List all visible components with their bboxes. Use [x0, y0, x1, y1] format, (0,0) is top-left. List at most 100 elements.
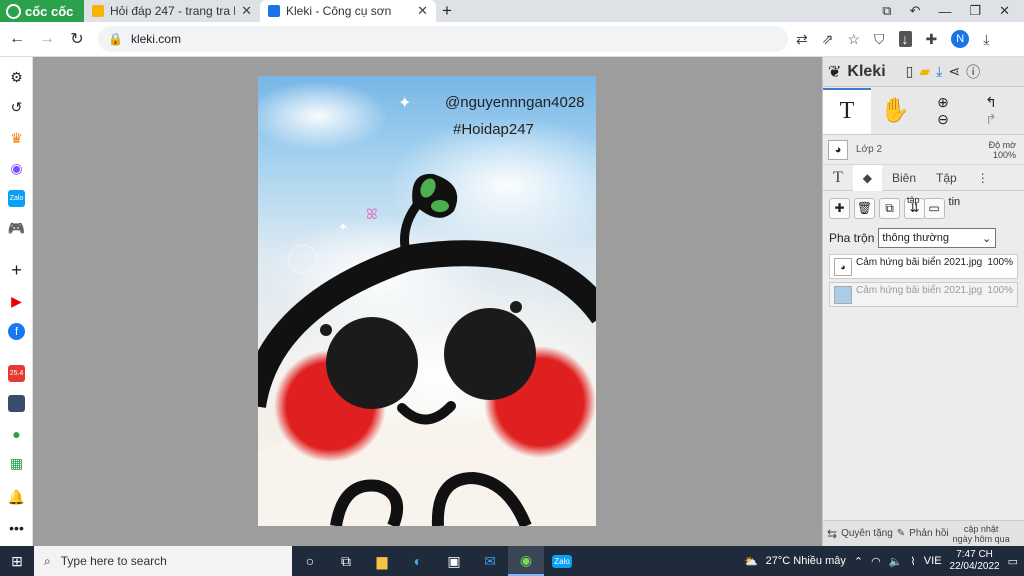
network-icon[interactable]: ◠ [871, 555, 881, 568]
open-folder-icon[interactable]: ▰ [919, 63, 930, 80]
tab-bar: cốc cốc Hỏi đáp 247 - trang tra loi ✕ Kl… [0, 0, 1024, 22]
task-view-icon[interactable]: ⧉ [328, 546, 364, 576]
rename-layer-icon[interactable]: ▭ [923, 197, 945, 219]
save-download-icon[interactable]: ⤓ [936, 63, 942, 80]
close-window-button[interactable]: ✕ [999, 3, 1010, 19]
close-tab-icon[interactable]: ✕ [241, 3, 252, 19]
downloads-icon[interactable]: ⤓ [983, 31, 989, 48]
game-controller-icon[interactable]: 🎮 [8, 220, 25, 237]
coccoc-menu-button[interactable]: cốc cốc [0, 0, 84, 22]
shopping-sale-icon[interactable]: 25.4 [8, 365, 25, 382]
layer-item[interactable]: Cảm hứng bãi biển 2021.jpg 100% [829, 282, 1018, 307]
tab-edit[interactable]: Biên [882, 165, 926, 191]
swap-panel-icon[interactable]: ⇆ [827, 527, 837, 541]
tab-layers[interactable]: ◆ [852, 164, 883, 191]
new-image-icon[interactable]: ▯ [906, 63, 914, 80]
tray-arrow-icon[interactable]: ⌃ [854, 555, 863, 568]
tab-text[interactable]: T [823, 165, 853, 191]
forward-button[interactable]: → [34, 30, 60, 48]
kleki-favicon-icon [268, 5, 280, 17]
notifications-icon[interactable]: ▭ [1008, 555, 1018, 568]
history-icon[interactable]: ↺ [8, 99, 25, 116]
drawing-canvas[interactable]: ✦ ✦ ꕤ @nguyennngan4028 #Hoidap247 [258, 76, 596, 526]
undo-icon[interactable]: ↰ [985, 94, 997, 111]
help-icon[interactable]: ⓘ [966, 62, 980, 82]
settings-gear-icon[interactable]: ⚙ [8, 69, 25, 86]
tab-title: Kleki - Công cụ sơn [286, 4, 392, 18]
add-sidebar-item-icon[interactable]: + [8, 260, 25, 280]
crown-icon[interactable]: ♛ [8, 130, 25, 147]
duplicate-layer-icon[interactable]: ⧉ [879, 197, 900, 219]
file-explorer-icon[interactable]: ▆ [364, 546, 400, 576]
zalo-icon[interactable]: Zalo [8, 190, 25, 207]
hand-tool-button[interactable]: ✋ [871, 88, 919, 134]
kleki-header: ❦ Kleki ▯ ▰ ⤓ ⋖ ⓘ [823, 57, 1024, 87]
download-manager-icon[interactable]: ↓ [898, 31, 912, 47]
update-info: cập nhật ngày hôm qua [953, 524, 1010, 544]
close-tab-icon[interactable]: ✕ [417, 3, 428, 19]
zalo-taskbar-icon[interactable]: Zalo [544, 546, 580, 576]
blend-value: thông thường [882, 232, 949, 244]
wifi-icon[interactable]: ⌇ [910, 555, 915, 568]
layer-thumbnail: ◕ [828, 139, 848, 160]
notification-bell-icon[interactable]: 🔔 [8, 489, 25, 506]
watermark-tag: #Hoidap247 [453, 121, 534, 138]
facebook-icon[interactable]: f [8, 323, 25, 340]
text-tool-button[interactable]: T [823, 87, 871, 134]
toolbar-icons: ⇄ ⇗ ☆ ⛉ ↓ ✚ N ⤓ [796, 30, 989, 48]
profile-avatar[interactable]: N [951, 30, 970, 48]
language-indicator[interactable]: VIE [924, 555, 942, 567]
layer-item-percent: 100% [987, 285, 1013, 296]
coccoc-taskbar-icon[interactable]: ◉ [508, 546, 544, 576]
zoom-buttons: ⊕ ⊖ [919, 88, 967, 134]
zoom-in-icon[interactable]: ⊕ [937, 94, 949, 111]
more-menu-icon[interactable]: ⋮ [967, 165, 999, 191]
screenshot-icon[interactable]: ⧉ [882, 3, 891, 19]
history-back-icon[interactable]: ↶ [910, 3, 921, 19]
panel-footer: ⇆ Quyên tặng ✎ Phản hồi cập nhật ngày hô… [823, 520, 1024, 546]
weather-text[interactable]: 27°C Nhiều mây [766, 555, 846, 567]
tab-title: Hỏi đáp 247 - trang tra loi [110, 4, 236, 18]
eye-dot [510, 301, 522, 313]
minimize-button[interactable]: — [938, 4, 951, 19]
windows-start-icon[interactable]: ⊞ [0, 553, 34, 570]
more-dots-icon[interactable]: ••• [8, 519, 25, 536]
layer-item[interactable]: ◕ Cảm hứng bãi biển 2021.jpg 100% [829, 254, 1018, 279]
address-bar[interactable]: 🔒 kleki.com [98, 26, 788, 52]
store-icon[interactable]: ▣ [436, 546, 472, 576]
blend-mode-select[interactable]: thông thường ⌄ [878, 228, 997, 248]
feedback-link[interactable]: Phản hồi [909, 528, 948, 539]
share-icon[interactable]: ⇗ [822, 31, 834, 48]
canvas-workspace[interactable]: ✦ ✦ ꕤ @nguyennngan4028 #Hoidap247 [33, 57, 822, 546]
spreadsheet-icon[interactable]: ▦ [8, 455, 25, 472]
volume-icon[interactable]: 🔈 [889, 555, 903, 568]
back-button[interactable]: ← [4, 30, 30, 48]
reload-button[interactable]: ↻ [64, 29, 90, 49]
user-photo-icon[interactable] [8, 395, 25, 412]
new-tab-button[interactable]: + [436, 0, 458, 22]
youtube-icon[interactable]: ▶ [8, 293, 25, 310]
clock[interactable]: 7:47 CH 22/04/2022 [950, 549, 1000, 573]
donate-link[interactable]: Quyên tặng [841, 528, 893, 539]
taskbar-search[interactable]: ⌕ Type here to search [34, 546, 292, 576]
extensions-icon[interactable]: ✚ [926, 31, 938, 48]
chat-icon[interactable]: ● [8, 425, 25, 442]
maximize-button[interactable]: ❐ [969, 3, 981, 19]
messenger-icon[interactable]: ◉ [8, 160, 25, 177]
bookmark-star-icon[interactable]: ☆ [847, 31, 860, 48]
translate-icon[interactable]: ⇄ [796, 31, 808, 48]
tab-kleki[interactable]: Kleki - Công cụ sơn ✕ [260, 0, 436, 22]
cortana-icon[interactable]: ○ [292, 546, 328, 576]
tab-file[interactable]: Tập [926, 165, 967, 191]
redo-icon[interactable]: ↱ [985, 111, 997, 128]
edge-icon[interactable]: ◐ [400, 546, 436, 576]
brand-label: cốc cốc [25, 3, 74, 19]
tab-hoidap[interactable]: Hỏi đáp 247 - trang tra loi ✕ [84, 0, 260, 22]
share-icon[interactable]: ⋖ [948, 63, 960, 80]
shield-icon[interactable]: ⛉ [874, 31, 885, 48]
delete-layer-icon[interactable]: 🗑 [854, 197, 875, 219]
add-layer-button[interactable]: ✚ [829, 197, 850, 219]
mail-icon[interactable]: ✉ [472, 546, 508, 576]
layer-item-name: Cảm hứng bãi biển 2021.jpg [856, 257, 983, 268]
zoom-out-icon[interactable]: ⊖ [937, 111, 949, 128]
